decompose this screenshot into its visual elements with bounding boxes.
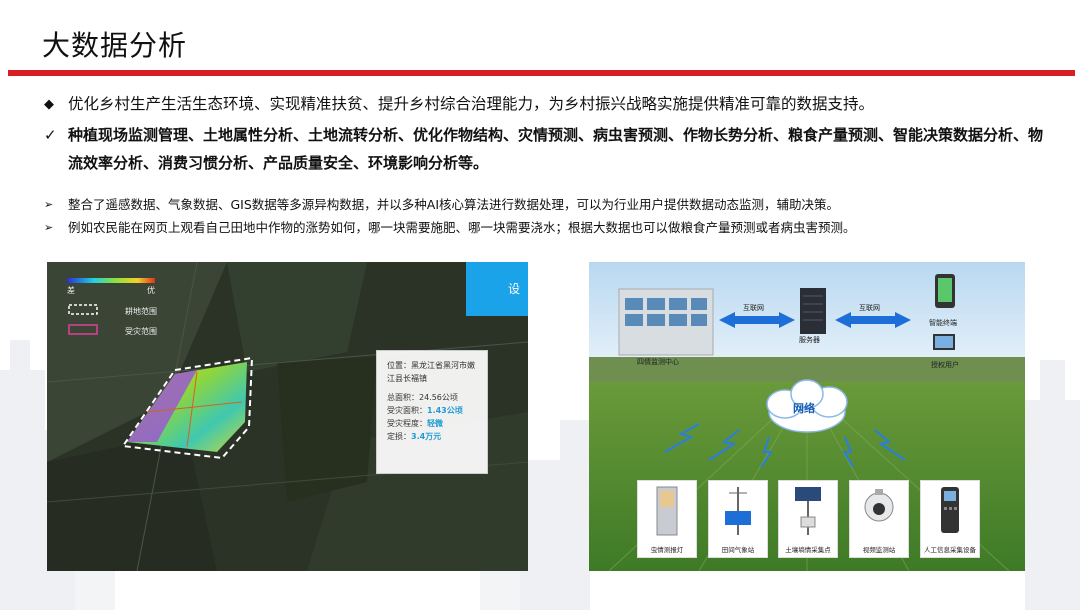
legend-low-label: 差	[67, 286, 75, 295]
device-video-station: 视频监测站	[849, 480, 909, 558]
device-weather-station: 田间气象站	[708, 480, 768, 558]
title-divider-bar	[8, 70, 1075, 76]
legend-cultivated-label: 耕地范围	[125, 307, 157, 316]
blue-corner-panel: 设	[466, 262, 528, 316]
bullet-arrow-2: ➢ 例如农民能在网页上观看自己田地中作物的涨势如何，哪一块需要施肥、哪一块需要浇…	[44, 216, 1044, 239]
network-label: 网络	[793, 402, 815, 415]
weather-station-icon	[725, 487, 751, 535]
terminal-label: 智能终端	[929, 319, 957, 327]
internet-label-left: 互联网	[743, 304, 764, 312]
slide: 大数据分析 ◆ 优化乡村生产生活生态环境、实现精准扶贫、提升乡村综合治理能力，为…	[0, 0, 1080, 610]
bullet-check: ✓ 种植现场监测管理、土地属性分析、土地流转分析、优化作物结构、灾情预测、病虫害…	[44, 121, 1044, 177]
bullet-list: ◆ 优化乡村生产生活生态环境、实现精准扶贫、提升乡村综合治理能力，为乡村振兴战略…	[44, 92, 1044, 239]
device-soil-sensor: 土壤墒情采集点	[778, 480, 838, 558]
internet-label-right: 互联网	[859, 304, 880, 312]
soil-sensor-icon	[795, 487, 821, 535]
camera-icon	[864, 489, 894, 522]
legend-high-label: 优	[147, 286, 155, 295]
bullet-diamond: ◆ 优化乡村生产生活生态环境、实现精准扶贫、提升乡村综合治理能力，为乡村振兴战略…	[44, 92, 1044, 117]
bullet-text: 优化乡村生产生活生态环境、实现精准扶贫、提升乡村综合治理能力，为乡村振兴战略实施…	[68, 95, 875, 113]
user-label: 授权用户	[931, 361, 959, 369]
handheld-device-icon	[941, 487, 959, 533]
bullet-arrow-1: ➢ 整合了遥感数据、气象数据、GIS数据等多源异构数据，并以多种AI核心算法进行…	[44, 193, 1044, 216]
server-label: 服务器	[799, 336, 820, 344]
pest-lamp-icon	[656, 486, 678, 536]
bullet-text: 种植现场监测管理、土地属性分析、土地流转分析、优化作物结构、灾情预测、病虫害预测…	[68, 126, 1044, 172]
satellite-farmland-image: 差 优 耕地范围 受灾范围 设 位置：黑龙江省黑河市嫩江县长福镇 总面积：24.…	[47, 262, 528, 571]
bullet-text: 整合了遥感数据、气象数据、GIS数据等多源异构数据，并以多种AI核心算法进行数据…	[68, 197, 840, 212]
center-label: 四情监测中心	[637, 358, 679, 366]
diamond-bullet-icon: ◆	[44, 97, 54, 112]
device-manual-collector: 人工信息采集设备	[920, 480, 980, 558]
bullet-text: 例如农民能在网页上观看自己田地中作物的涨势如何，哪一块需要施肥、哪一块需要浇水；…	[68, 220, 856, 235]
page-title: 大数据分析	[42, 29, 188, 62]
field-info-box: 位置：黑龙江省黑河市嫩江县长福镇 总面积：24.56公顷 受灾面积：1.43公顷…	[376, 350, 488, 474]
device-pest-lamp: 虫情测报灯	[637, 480, 697, 558]
legend-disaster-label: 受灾范围	[125, 327, 157, 336]
arrow-bullet-icon: ➢	[44, 221, 54, 234]
check-bullet-icon: ✓	[44, 126, 57, 144]
arrow-bullet-icon: ➢	[44, 198, 54, 211]
iot-network-diagram-image: 四情监测中心 服务器 互联网 互联网 智能终端 授权用户 网络 虫情测报灯 田间…	[589, 262, 1025, 571]
